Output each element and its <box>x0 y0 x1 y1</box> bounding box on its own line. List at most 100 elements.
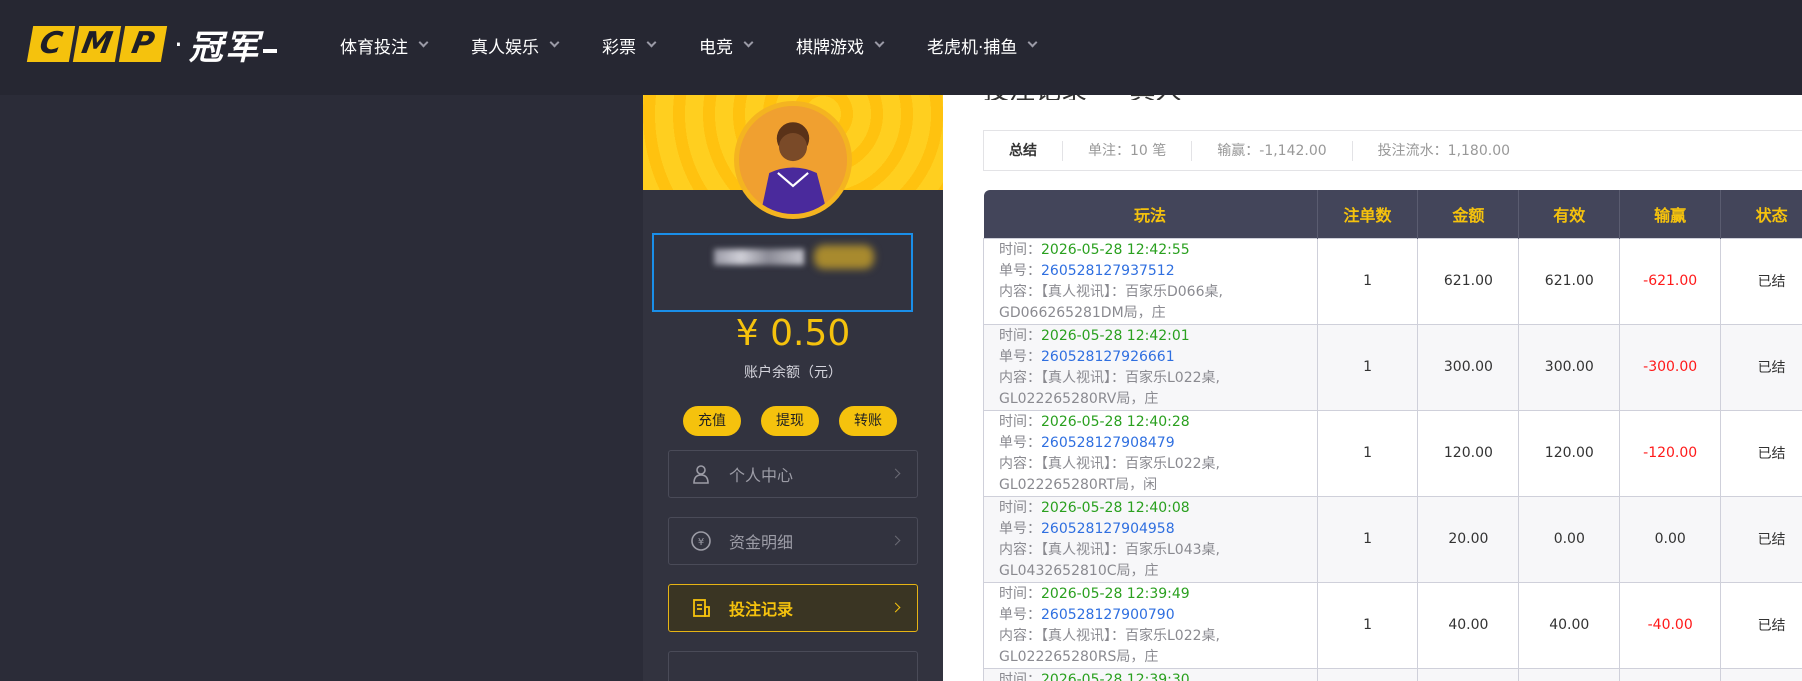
summary-label: 总结 <box>984 140 1063 161</box>
bet-content: 【真人视讯】：百家乐L022桌, <box>1041 455 1220 472</box>
bet-count: 1 <box>1316 237 1419 325</box>
bet-amount: 40.00 <box>1417 581 1520 669</box>
win-loss: -300.00 <box>1619 323 1722 411</box>
nav-item-slots-fishing[interactable]: 老虎机·捕鱼 <box>927 0 1038 90</box>
bet-status: 已结 <box>1720 237 1802 325</box>
bet-time: 2026-05-28 12:39:49 <box>1041 585 1190 602</box>
summary-turnover: 投注流水：1,180.00 <box>1377 142 1511 159</box>
bet-time: 2026-05-28 12:39:30 <box>1041 671 1190 681</box>
nav-item-sports[interactable]: 体育投注 <box>340 0 429 90</box>
nav-item-live-casino[interactable]: 真人娱乐 <box>471 0 560 90</box>
order-number-link[interactable]: 260528127926661 <box>1041 349 1175 365</box>
bet-amount <box>1417 667 1520 681</box>
content-prefix: 内容： <box>999 541 1041 558</box>
logo-dot: · <box>174 27 183 61</box>
bet-status: 已结 <box>1720 409 1802 497</box>
brand-logo[interactable]: C M P · 冠军 <box>26 26 277 68</box>
nav-label: 棋牌游戏 <box>796 37 864 58</box>
nav-item-esports[interactable]: 电竞 <box>699 0 754 90</box>
bet-amount: 120.00 <box>1417 409 1520 497</box>
bet-status: 已结 <box>1720 581 1802 669</box>
username-box[interactable] <box>652 233 913 312</box>
nav-label: 真人娱乐 <box>471 37 539 58</box>
table-row[interactable]: 时间：2026-05-28 12:42:01 单号：26052812792666… <box>983 323 1802 411</box>
top-navbar: C M P · 冠军 体育投注 真人娱乐 彩票 电竞 棋牌游戏 老虎机·捕鱼 <box>0 0 1802 95</box>
order-number-link[interactable]: 260528127937512 <box>1041 263 1175 279</box>
bet-info-cell: 时间：2026-05-28 12:42:55 单号：26052812793751… <box>983 237 1318 325</box>
nav-item-card-games[interactable]: 棋牌游戏 <box>796 0 885 90</box>
bet-time: 2026-05-28 12:40:08 <box>1041 499 1190 516</box>
nav-item-lottery[interactable]: 彩票 <box>602 0 657 90</box>
sidebar-item-profile[interactable]: 个人中心 <box>668 450 918 498</box>
col-header: 有效 <box>1518 190 1621 238</box>
sidebar-item-bet-records[interactable]: 投注记录 <box>668 584 918 632</box>
time-prefix: 时间： <box>999 241 1041 258</box>
nav-label: 老虎机·捕鱼 <box>927 37 1018 58</box>
sidebar-item-label: 个人中心 <box>729 466 794 485</box>
win-loss: -40.00 <box>1619 581 1722 669</box>
order-number-link[interactable]: 260528127900790 <box>1041 607 1175 623</box>
table-row[interactable]: 时间：2026-05-28 12:39:30 <box>983 667 1802 681</box>
order-prefix: 单号： <box>999 606 1041 623</box>
chevron-right-icon <box>890 535 901 546</box>
content-prefix: 内容： <box>999 283 1041 300</box>
table-row[interactable]: 时间：2026-05-28 12:39:49 单号：26052812790079… <box>983 581 1802 669</box>
bet-info-cell: 时间：2026-05-28 12:39:30 <box>983 667 1318 681</box>
table-row[interactable]: 时间：2026-05-28 12:40:08 单号：26052812790495… <box>983 495 1802 583</box>
bet-info-cell: 时间：2026-05-28 12:39:49 单号：26052812790079… <box>983 581 1318 669</box>
sidebar-item-fund-details[interactable]: ¥ 资金明细 <box>668 517 918 565</box>
table-row[interactable]: 时间：2026-05-28 12:42:55 单号：26052812793751… <box>983 237 1802 325</box>
time-prefix: 时间： <box>999 585 1041 602</box>
bet-content: 【真人视讯】：百家乐L022桌, <box>1041 369 1220 386</box>
deposit-button[interactable]: 充值 <box>683 406 741 436</box>
bet-content: 【真人视讯】：百家乐L022桌, <box>1041 627 1220 644</box>
bet-amount: 300.00 <box>1417 323 1520 411</box>
chevron-down-icon <box>874 37 885 48</box>
nav-label: 彩票 <box>602 37 636 58</box>
valid-amount: 120.00 <box>1518 409 1621 497</box>
bet-record-icon <box>689 596 713 620</box>
order-prefix: 单号： <box>999 262 1041 279</box>
logo-letter: C <box>26 26 76 62</box>
col-header: 金额 <box>1417 190 1520 238</box>
sidebar-item-next[interactable] <box>668 651 918 681</box>
avatar[interactable] <box>734 101 852 219</box>
order-number-link[interactable]: 260528127904958 <box>1041 521 1175 537</box>
win-loss: 0.00 <box>1619 495 1722 583</box>
chevron-down-icon <box>418 37 429 48</box>
nav-label: 电竞 <box>699 37 733 58</box>
win-loss: -120.00 <box>1619 409 1722 497</box>
vip-badge-redacted <box>814 245 874 269</box>
summary-win-loss: 输赢：-1,142.00 <box>1192 140 1353 161</box>
summary-bar: 总结 单注：10 笔 输赢：-1,142.00 投注流水：1,180.00 <box>983 130 1802 171</box>
time-prefix: 时间： <box>999 671 1041 681</box>
col-header: 状态 <box>1720 190 1802 238</box>
money-cycle-icon: ¥ <box>689 529 713 553</box>
table-header: 玩法 注单数 金额 有效 输赢 状态 <box>983 190 1802 238</box>
win-loss: -621.00 <box>1619 237 1722 325</box>
logo-text: 冠军 <box>188 27 261 68</box>
transfer-button[interactable]: 转账 <box>839 406 897 436</box>
logo-letter: M <box>72 26 122 62</box>
chevron-down-icon <box>646 37 657 48</box>
nav-label: 体育投注 <box>340 37 408 58</box>
table-row[interactable]: 时间：2026-05-28 12:40:28 单号：26052812790847… <box>983 409 1802 497</box>
bet-content-line2: GL0432652810C局，庄 <box>999 562 1159 579</box>
main-nav: 体育投注 真人娱乐 彩票 电竞 棋牌游戏 老虎机·捕鱼 <box>340 0 1080 90</box>
win-loss <box>1619 667 1722 681</box>
sidebar-item-label: 投注记录 <box>729 600 794 619</box>
user-sidebar: ¥ 0.50 账户余额（元） 充值 提现 转账 个人中心 ¥ 资金明细 投注记录 <box>643 95 943 681</box>
bet-status <box>1720 667 1802 681</box>
time-prefix: 时间： <box>999 499 1041 516</box>
logo-letter: P <box>118 26 168 62</box>
chevron-down-icon <box>549 37 560 48</box>
bet-count: 1 <box>1316 495 1419 583</box>
content-prefix: 内容： <box>999 627 1041 644</box>
avatar-image <box>739 106 847 214</box>
account-balance-label: 账户余额（元） <box>744 365 842 381</box>
bet-records-table: 玩法 注单数 金额 有效 输赢 状态 时间：2026-05-28 12:42:5… <box>983 190 1802 681</box>
user-icon <box>689 462 713 486</box>
withdraw-button[interactable]: 提现 <box>761 406 819 436</box>
order-number-link[interactable]: 260528127908479 <box>1041 435 1175 451</box>
order-prefix: 单号： <box>999 434 1041 451</box>
